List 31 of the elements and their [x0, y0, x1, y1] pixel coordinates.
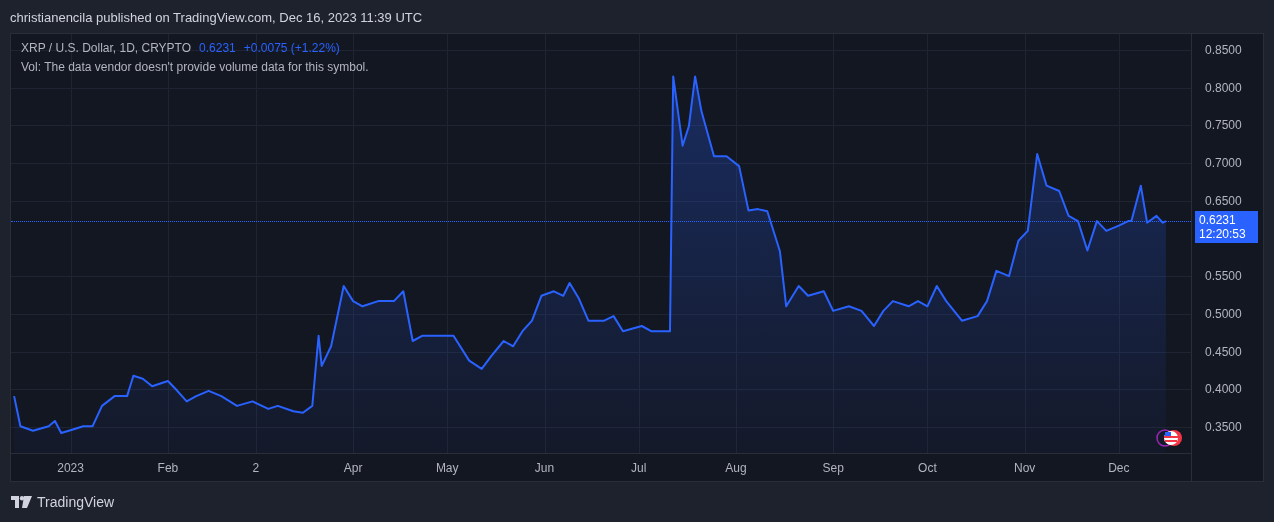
axis-label: Sep	[822, 461, 844, 475]
axis-label: 0.6500	[1205, 193, 1242, 208]
axis-label: 0.7000	[1205, 156, 1242, 171]
axis-label: Apr	[343, 461, 363, 475]
axis-label: 0.8500	[1205, 43, 1242, 57]
axis-label: Nov	[1014, 461, 1036, 475]
axis-label: Dec	[1108, 461, 1130, 475]
logo-icon	[11, 496, 32, 508]
axis-label: 0.4000	[1205, 382, 1242, 397]
price-change: +0.0075 (+1.22%)	[243, 41, 340, 55]
axis-label: 0.4500	[1205, 344, 1242, 359]
axis-label: Feb	[157, 461, 179, 475]
last-price: 0.6231	[199, 41, 236, 55]
axis-label: Jul	[631, 461, 647, 475]
axis-label: 0.7500	[1205, 118, 1242, 133]
axis-label: Oct	[918, 461, 937, 475]
brand-name[interactable]: TradingView	[37, 494, 115, 510]
flag-icon	[1156, 429, 1182, 447]
axis-label: 0.5000	[1205, 306, 1242, 321]
axis-label: 2023	[57, 461, 84, 475]
axis-label: 0.8000	[1205, 80, 1242, 95]
axis-label: 2	[252, 461, 260, 475]
axis-label: May	[435, 461, 459, 475]
axis-label: 0.3500	[1205, 420, 1242, 434]
axis-label: Jun	[534, 461, 555, 475]
axis-label: Aug	[725, 461, 747, 475]
symbol-title: XRP / U.S. Dollar, 1D, CRYPTO	[21, 41, 192, 55]
axis-label: 0.5500	[1205, 269, 1242, 284]
price-label: 0.6231 12:20:53	[1195, 211, 1258, 244]
volume-note: Vol: The data vendor doesn't provide volume data for this symbol.	[21, 60, 369, 74]
publisher-line: christianencila published on TradingView.com, Dec 16, 2023 11:39 UTC	[10, 10, 423, 25]
